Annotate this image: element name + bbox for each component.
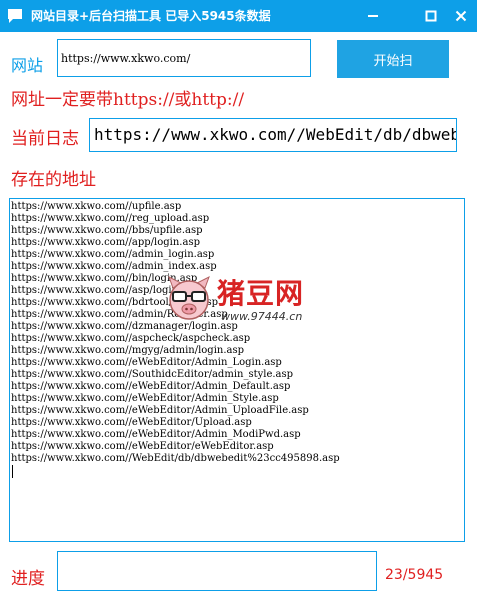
maximize-button[interactable] <box>416 0 446 32</box>
close-icon <box>455 10 467 22</box>
progress-label: 进度 <box>11 569 45 589</box>
site-url-input[interactable] <box>57 39 311 77</box>
result-line: https://www.xkwo.com//eWebEditor/Upload.… <box>11 417 252 428</box>
result-line: https://www.xkwo.com//bbs/upfile.asp <box>11 225 203 236</box>
current-log-label: 当前日志 <box>11 129 79 149</box>
text-caret <box>12 465 13 478</box>
result-line: https://www.xkwo.com//eWebEditor/Admin_L… <box>11 357 282 368</box>
result-line: https://www.xkwo.com//eWebEditor/Admin_S… <box>11 393 279 404</box>
start-scan-button[interactable]: 开始扫 <box>337 40 449 78</box>
title-bar[interactable]: 网站目录+后台扫描工具 已导入5945条数据 <box>0 0 477 32</box>
result-line: https://www.xkwo.com//eWebEditor/eWebEdi… <box>11 441 274 452</box>
minimize-button[interactable] <box>358 0 388 32</box>
watermark-url: www.97444.cn <box>221 310 303 323</box>
result-line: https://www.xkwo.com//app/login.asp <box>11 237 200 248</box>
progress-bar <box>57 551 377 591</box>
pig-face-icon <box>168 275 210 320</box>
app-icon <box>8 9 22 23</box>
current-log-field[interactable]: https://www.xkwo.com//WebEdit/db/dbwebed… <box>89 118 457 152</box>
window-title: 网站目录+后台扫描工具 已导入5945条数据 <box>31 9 271 23</box>
results-list[interactable]: https://www.xkwo.com//upfile.asp https://… <box>9 198 465 542</box>
result-line: https://www.xkwo.com//eWebEditor/Admin_U… <box>11 405 309 416</box>
result-line: https://www.xkwo.com//eWebEditor/Admin_M… <box>11 429 301 440</box>
url-hint: 网址一定要带https://或http:// <box>11 90 245 110</box>
result-line: https://www.xkwo.com//reg_upload.asp <box>11 213 210 224</box>
result-line: https://www.xkwo.com//aspcheck/aspcheck.… <box>11 333 251 344</box>
minimize-icon <box>368 15 378 17</box>
result-line: https://www.xkwo.com//SouthidcEditor/adm… <box>11 369 294 380</box>
close-button[interactable] <box>446 0 476 32</box>
result-line: https://www.xkwo.com//admin_login.asp <box>11 249 215 260</box>
result-line: https://www.xkwo.com//eWebEditor/Admin_D… <box>11 381 291 392</box>
watermark: 猪豆网 www.97444.cn <box>165 270 315 332</box>
result-line: https://www.xkwo.com//WebEdit/db/dbwebed… <box>11 453 340 464</box>
maximize-icon <box>425 10 437 22</box>
watermark-title: 猪豆网 <box>217 277 305 310</box>
site-label: 网站 <box>11 56 44 75</box>
result-line: https://www.xkwo.com//upfile.asp <box>11 201 182 212</box>
results-label: 存在的地址 <box>11 170 96 190</box>
result-line: https://www.xkwo.com//mgyg/admin/login.a… <box>11 345 245 356</box>
progress-count: 23/5945 <box>385 567 444 583</box>
